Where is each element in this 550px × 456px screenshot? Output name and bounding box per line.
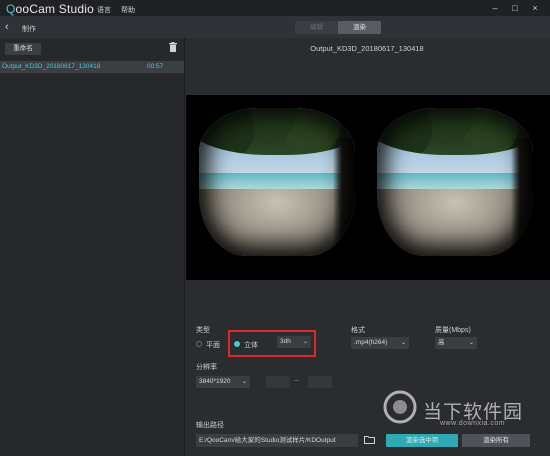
- app-logo: QooCam Studio: [6, 2, 94, 16]
- menu-help[interactable]: 帮助: [121, 5, 135, 15]
- watermark-logo-icon: [383, 390, 417, 424]
- preview-right-eye: [377, 108, 533, 256]
- list-item-name: Output_KD3D_20180617_130418: [2, 63, 101, 70]
- highlight-box: [228, 330, 316, 357]
- output-path-field[interactable]: E:/QooCam/给大家的Studio测试样片/KDOutput: [196, 434, 358, 447]
- tab-render[interactable]: 渲染: [338, 21, 381, 34]
- resolution-value: 3840*1920: [199, 378, 231, 385]
- tab-edit[interactable]: 编辑: [295, 21, 338, 34]
- height-input[interactable]: [308, 376, 332, 388]
- resolution-select[interactable]: 3840*1920 ⌄: [196, 376, 250, 388]
- chevron-down-icon: ⌄: [468, 340, 474, 346]
- chevron-down-icon: ⌄: [400, 340, 406, 346]
- maximize-button[interactable]: □: [508, 2, 522, 14]
- format-label: 格式: [351, 327, 365, 334]
- output-path-label: 输出路径: [196, 422, 224, 429]
- format-select[interactable]: .mp4(h264) ⌄: [351, 337, 409, 349]
- dimension-separator: [294, 380, 299, 381]
- render-all-button[interactable]: 渲染所有: [462, 434, 530, 447]
- mode-tabs: 编辑 渲染: [295, 21, 381, 34]
- width-input[interactable]: [266, 376, 290, 388]
- quality-value: 高: [438, 339, 445, 346]
- toolbar: [0, 16, 550, 38]
- type-label: 类型: [196, 327, 210, 334]
- close-button[interactable]: ×: [528, 2, 542, 14]
- minimize-button[interactable]: –: [488, 2, 502, 14]
- chevron-down-icon: ⌄: [241, 379, 247, 385]
- list-item-duration: 00:57: [147, 63, 164, 70]
- radio-flat-label: 平面: [206, 342, 220, 349]
- quality-select[interactable]: 高 ⌄: [435, 337, 477, 349]
- rename-button[interactable]: 重命名: [5, 43, 41, 55]
- breadcrumb: 制作: [22, 26, 36, 33]
- folder-icon[interactable]: [364, 435, 375, 444]
- render-selected-button[interactable]: 渲染选中项: [386, 434, 458, 447]
- watermark-url: www.downxia.com: [440, 420, 506, 427]
- file-title: Output_KD3D_20180617_130418: [310, 44, 424, 53]
- file-list-panel: [0, 38, 185, 456]
- resolution-label: 分辨率: [196, 364, 217, 371]
- quality-label: 质量(Mbps): [435, 327, 471, 334]
- back-arrow-icon[interactable]: ‹: [5, 21, 9, 33]
- preview-left-eye: [199, 108, 355, 256]
- trash-icon[interactable]: [169, 42, 177, 52]
- radio-flat[interactable]: [196, 341, 202, 347]
- format-value: .mp4(h264): [354, 339, 388, 346]
- menu-language[interactable]: 语言: [97, 5, 111, 15]
